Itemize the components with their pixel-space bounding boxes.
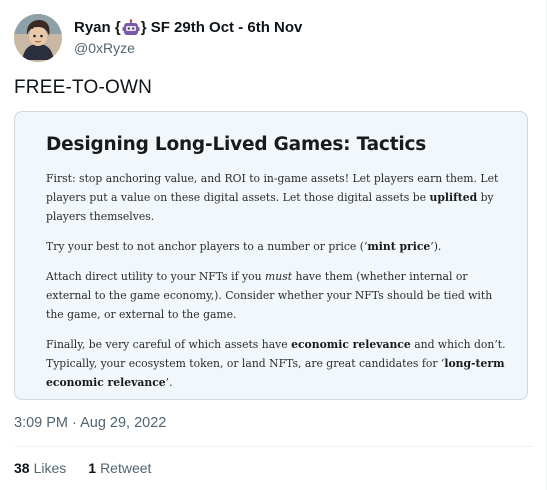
likes-stat[interactable]: 38 Likes — [14, 460, 66, 476]
card-paragraph-3: Attach direct utility to your NFTs if yo… — [46, 270, 493, 321]
tweet-text: FREE-TO-OWN — [14, 77, 153, 98]
tweet-stats: 38 Likes 1 Retweet — [14, 460, 173, 476]
author-handle[interactable]: @0xRyze — [74, 39, 302, 58]
author-info: Ryan { } SF 29th Oct - 6th Nov @0xRyze — [74, 18, 302, 58]
display-name-part-1: Ryan { — [74, 19, 121, 36]
retweets-label: Retweet — [100, 460, 152, 476]
card-body: First: stop anchoring value, and ROI to … — [46, 169, 506, 403]
card-paragraph-2: Try your best to not anchor players to a… — [46, 240, 442, 253]
divider — [14, 446, 533, 447]
display-name-part-2: } SF 29th Oct - 6th Nov — [140, 19, 303, 36]
retweets-stat[interactable]: 1 Retweet — [88, 460, 151, 476]
image-card[interactable]: Designing Long-Lived Games: Tactics Firs… — [14, 111, 528, 400]
likes-label: Likes — [33, 460, 67, 476]
retweets-count: 1 — [88, 460, 97, 476]
robot-icon — [122, 19, 140, 37]
tweet-timestamp[interactable]: 3:09 PM · Aug 29, 2022 — [14, 415, 166, 431]
display-name[interactable]: Ryan { } SF 29th Oct - 6th Nov — [74, 18, 302, 38]
card-title: Designing Long-Lived Games: Tactics — [46, 134, 427, 155]
likes-count: 38 — [14, 460, 30, 476]
avatar[interactable] — [14, 14, 62, 62]
tweet-header: Ryan { } SF 29th Oct - 6th Nov @0xRyze — [14, 14, 302, 62]
card-paragraph-4: Finally, be very careful of which assets… — [46, 338, 506, 389]
card-paragraph-1: First: stop anchoring value, and ROI to … — [46, 172, 499, 223]
